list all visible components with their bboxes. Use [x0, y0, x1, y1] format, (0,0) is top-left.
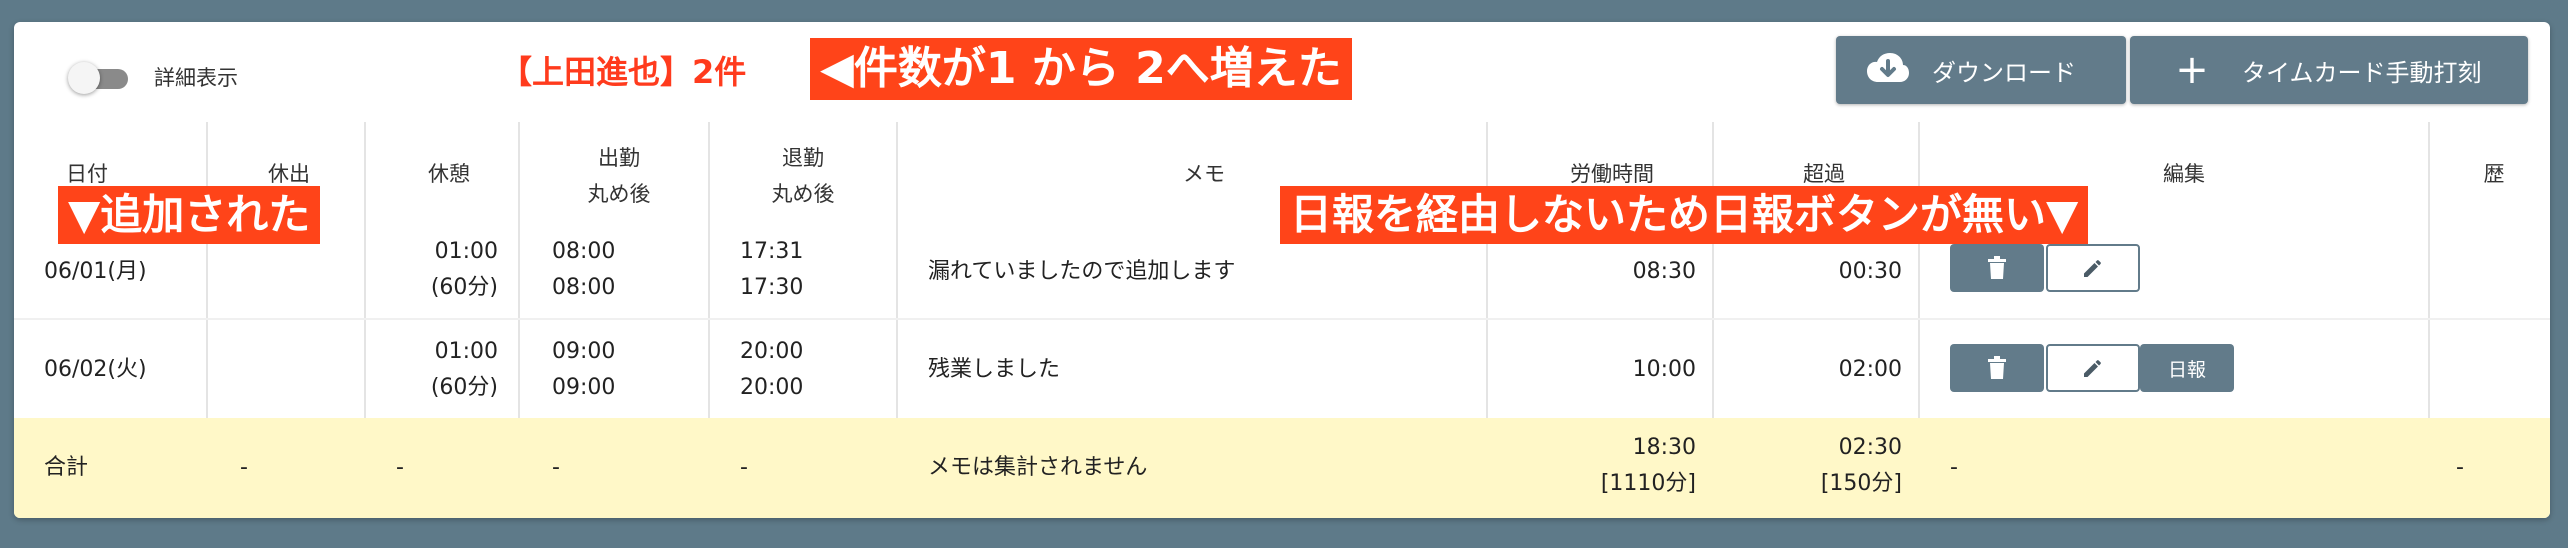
- header-clock-in-line2: 丸め後: [587, 182, 651, 206]
- total-overtime-time: 02:30: [1838, 435, 1902, 460]
- total-history: -: [2456, 455, 2464, 480]
- timecard-panel: 詳細表示 【上田進也】2件 ◀件数が1 から 2へ増えた ダウンロード + タイ…: [14, 22, 2550, 518]
- row-clock-out-raw: 20:00: [740, 339, 804, 364]
- row-clock-out-rounded: 17:30: [740, 275, 804, 300]
- header-break: 休憩: [428, 162, 470, 186]
- row-clock-in: 09:00 09:00: [552, 334, 615, 406]
- header-history: 歴: [2483, 162, 2505, 186]
- header-clock-in: 出勤 丸め後: [554, 140, 684, 212]
- header-clock-out-line1: 退勤: [782, 146, 824, 170]
- daily-report-button[interactable]: 日報: [2140, 344, 2234, 392]
- header-clock-out-line2: 丸め後: [771, 182, 835, 206]
- row-clock-in: 08:00 08:00: [552, 234, 615, 306]
- detail-toggle-label: 詳細表示: [154, 66, 238, 90]
- toggle-thumb: [68, 62, 100, 94]
- total-holiday: -: [240, 455, 248, 480]
- row-break-minutes: (60分): [430, 275, 498, 300]
- header-edit: 編集: [2163, 162, 2205, 186]
- edit-button[interactable]: [2046, 244, 2140, 292]
- plus-icon: +: [2175, 47, 2209, 93]
- total-row: 合計 - - - - メモは集計されません 18:30 [1110分] 02:3…: [14, 418, 2550, 518]
- header-memo: メモ: [1183, 162, 1225, 186]
- row-overtime: 00:30: [1838, 259, 1902, 284]
- delete-button[interactable]: [1950, 344, 2044, 392]
- total-break: -: [396, 455, 404, 480]
- row-clock-in-raw: 09:00: [552, 339, 616, 364]
- callout-no-report-button: 日報を経由しないため日報ボタンが無い▼: [1280, 186, 2089, 244]
- header-clock-in-line1: 出勤: [598, 146, 640, 170]
- trash-icon: [1988, 356, 2006, 379]
- edit-button[interactable]: [2046, 344, 2140, 392]
- row-overtime: 02:00: [1838, 357, 1902, 382]
- manual-punch-label: タイムカード手動打刻: [2242, 58, 2482, 87]
- total-work-minutes: [1110分]: [1600, 471, 1696, 496]
- total-work-time: 18:30: [1632, 435, 1696, 460]
- download-label: ダウンロード: [1932, 58, 2076, 87]
- row-date: 06/02(火): [44, 357, 147, 382]
- total-label: 合計: [44, 455, 89, 480]
- total-work-hours: 18:30 [1110分]: [1504, 430, 1696, 502]
- row-clock-out: 17:31 17:30: [740, 234, 803, 306]
- callout-count-changed: ◀件数が1 から 2へ増えた: [810, 38, 1352, 100]
- row-break-time: 01:00: [434, 239, 498, 264]
- pencil-icon: [2084, 260, 2101, 277]
- pencil-icon: [2084, 360, 2101, 377]
- row-date: 06/01(月): [44, 259, 147, 284]
- total-edit: -: [1950, 455, 1958, 480]
- trash-icon: [1988, 256, 2006, 279]
- row-memo: 漏れていましたので追加します: [928, 259, 1236, 284]
- row-clock-out: 20:00 20:00: [740, 334, 803, 406]
- row-divider: [14, 318, 2550, 320]
- row-clock-in-raw: 08:00: [552, 239, 616, 264]
- row-break: 01:00 (60分): [374, 334, 498, 406]
- row-clock-in-rounded: 08:00: [552, 275, 616, 300]
- cloud-download-icon: [1866, 48, 1910, 92]
- row-break-minutes: (60分): [430, 375, 498, 400]
- header-clock-out: 退勤 丸め後: [738, 140, 868, 212]
- total-clock-in: -: [552, 455, 560, 480]
- row-clock-out-rounded: 20:00: [740, 375, 804, 400]
- total-memo: メモは集計されません: [928, 455, 1148, 480]
- row-break-time: 01:00: [434, 339, 498, 364]
- row-clock-in-rounded: 09:00: [552, 375, 616, 400]
- total-clock-out: -: [740, 455, 748, 480]
- row-clock-out-raw: 17:31: [740, 239, 804, 264]
- total-overtime-minutes: [150分]: [1820, 471, 1902, 496]
- record-count-label: 【上田進也】2件: [500, 53, 747, 91]
- row-work-hours: 08:30: [1632, 259, 1696, 284]
- total-overtime: 02:30 [150分]: [1730, 430, 1902, 502]
- row-break: 01:00 (60分): [374, 234, 498, 306]
- row-work-hours: 10:00: [1632, 357, 1696, 382]
- download-button[interactable]: ダウンロード: [1836, 36, 2126, 104]
- row-memo: 残業しました: [928, 357, 1061, 382]
- delete-button[interactable]: [1950, 244, 2044, 292]
- detail-toggle[interactable]: [66, 58, 138, 98]
- callout-row-added: ▼追加された: [58, 186, 321, 244]
- manual-punch-button[interactable]: + タイムカード手動打刻: [2130, 36, 2528, 104]
